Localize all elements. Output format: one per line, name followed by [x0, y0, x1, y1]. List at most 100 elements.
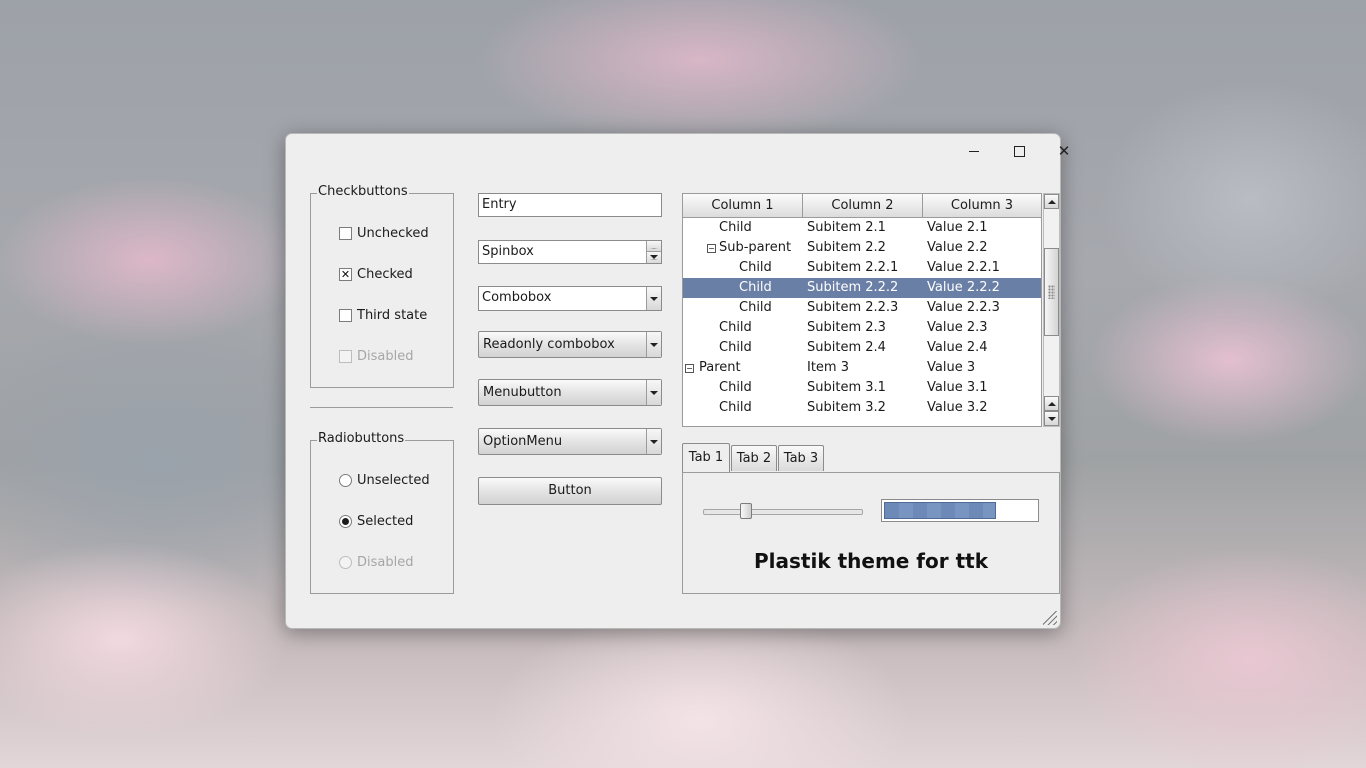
maximize-button[interactable] — [999, 138, 1039, 164]
radio-selected-icon — [339, 515, 352, 528]
tree-row[interactable]: Child Subitem 2.3 Value 2.3 — [683, 318, 1041, 338]
progressbar — [881, 499, 1039, 522]
tab-1[interactable]: Tab 1 — [682, 443, 730, 472]
arrow-up-icon — [1047, 199, 1056, 204]
spin-down-button[interactable] — [647, 252, 661, 263]
tree-cell-col2: Subitem 2.3 — [807, 320, 886, 335]
tree-cell-col3: Value 2.2 — [927, 240, 988, 255]
maximize-icon — [1013, 145, 1025, 157]
readonly-combobox[interactable]: Readonly combobox — [478, 331, 662, 358]
tree-row[interactable]: Child Subitem 2.2.1 Value 2.2.1 — [683, 258, 1041, 278]
menubutton-label: Menubutton — [483, 385, 562, 400]
tree-row[interactable]: − Sub-parent Subitem 2.2 Value 2.2 — [683, 238, 1041, 258]
checkbox-icon — [339, 309, 352, 322]
collapse-icon[interactable]: − — [685, 364, 694, 373]
treeview-body: Column 1 Column 2 Column 3 Child Subitem … — [682, 193, 1042, 427]
readonly-combobox-dropdown-button[interactable] — [646, 332, 661, 357]
scale-slider-thumb[interactable] — [739, 503, 752, 519]
column-header-2[interactable]: Column 2 — [803, 194, 923, 218]
tree-row[interactable]: Child Subitem 2.2.2 Value 2.2.2 — [683, 278, 1041, 298]
checkbox-icon — [339, 350, 352, 363]
column-header-1[interactable]: Column 1 — [683, 194, 803, 218]
tree-cell-col3: Value 3.1 — [927, 380, 988, 395]
tab-2[interactable]: Tab 2 — [731, 445, 777, 471]
tree-row[interactable]: Child Subitem 2.2.3 Value 2.2.3 — [683, 298, 1041, 318]
combobox-dropdown-button[interactable] — [646, 287, 661, 310]
tree-cell-col3: Value 2.2.1 — [927, 260, 1000, 275]
checkbutton-label: Third state — [357, 308, 428, 323]
entry-field[interactable]: Entry — [478, 193, 662, 217]
tree-cell-col2: Subitem 2.2.2 — [807, 280, 899, 295]
checkbox-icon — [339, 227, 352, 240]
tree-cell-col1: Child — [719, 400, 752, 415]
checkbutton-0[interactable]: Unchecked — [339, 226, 429, 241]
menubutton-arrow — [646, 380, 661, 405]
scroll-down-button[interactable] — [1044, 411, 1059, 426]
chevron-down-icon — [650, 296, 658, 301]
tree-row[interactable]: − Parent Item 3 Value 3 — [683, 358, 1041, 378]
arrow-up-icon — [650, 243, 658, 249]
chevron-down-icon — [650, 439, 658, 444]
arrow-up-icon — [1047, 401, 1056, 406]
scroll-up-button[interactable] — [1044, 194, 1059, 209]
app-window: ✕ Checkbuttons Unchecked ✕ Checked Third st… — [285, 133, 1070, 629]
checkbutton-2[interactable]: Third state — [339, 308, 427, 323]
tree-cell-col2: Subitem 2.2.3 — [807, 300, 899, 315]
arrow-down-icon — [1047, 416, 1056, 421]
chevron-down-icon — [650, 390, 658, 395]
tree-cell-col2: Subitem 3.2 — [807, 400, 886, 415]
tree-cell-col2: Subitem 2.2.1 — [807, 260, 899, 275]
scrollbar-thumb[interactable] — [1044, 248, 1059, 336]
checkbutton-1[interactable]: ✕ Checked — [339, 267, 413, 282]
treeview[interactable]: Column 1 Column 2 Column 3 Child Subitem … — [682, 193, 1060, 427]
checkbutton-3: Disabled — [339, 349, 413, 364]
optionmenu[interactable]: OptionMenu — [478, 428, 662, 455]
radio-icon — [339, 556, 352, 569]
combobox-value: Combobox — [482, 290, 552, 305]
radio-icon — [339, 474, 352, 487]
radiobutton-0[interactable]: Unselected — [339, 473, 430, 488]
minimize-icon — [969, 150, 979, 152]
checkbuttons-title: Checkbuttons — [317, 184, 409, 199]
tree-cell-col1: Child — [739, 300, 772, 315]
tree-cell-col3: Value 3 — [927, 360, 976, 375]
tree-row[interactable]: Child Subitem 3.1 Value 3.1 — [683, 378, 1041, 398]
checkbox-checked-icon: ✕ — [339, 268, 352, 281]
tree-cell-col3: Value 2.2.2 — [927, 280, 1000, 295]
tree-cell-col3: Value 3.2 — [927, 400, 988, 415]
tree-cell-col2: Subitem 3.1 — [807, 380, 886, 395]
menubutton[interactable]: Menubutton — [478, 379, 662, 406]
checkbutton-label: Checked — [357, 267, 413, 282]
resize-grip-icon[interactable] — [1043, 611, 1057, 625]
close-button[interactable]: ✕ — [1044, 138, 1084, 164]
tree-cell-col3: Value 2.1 — [927, 220, 988, 235]
column-header-3[interactable]: Column 3 — [923, 194, 1041, 218]
separator — [310, 407, 453, 408]
treeview-scrollbar[interactable] — [1043, 193, 1060, 427]
tree-row[interactable]: Child Subitem 2.1 Value 2.1 — [683, 218, 1041, 238]
minimize-button[interactable] — [954, 138, 994, 164]
tree-cell-col1: Sub-parent — [719, 240, 792, 255]
scale-track[interactable] — [703, 509, 863, 515]
radiobutton-1[interactable]: Selected — [339, 514, 413, 529]
tree-row[interactable]: Child Subitem 2.4 Value 2.4 — [683, 338, 1041, 358]
spinbox-buttons — [646, 241, 661, 263]
tab-3[interactable]: Tab 3 — [778, 445, 824, 471]
button[interactable]: Button — [478, 477, 662, 505]
radiobutton-label: Selected — [357, 514, 414, 529]
progressbar-fill — [884, 502, 997, 519]
tree-cell-col2: Subitem 2.4 — [807, 340, 886, 355]
tree-cell-col1: Child — [739, 260, 772, 275]
checkbutton-label: Unchecked — [357, 226, 429, 241]
tree-row[interactable]: Child Subitem 3.2 Value 3.2 — [683, 398, 1041, 418]
scroll-up-button-lower[interactable] — [1044, 396, 1059, 411]
collapse-icon[interactable]: − — [707, 244, 716, 253]
spinbox[interactable]: Spinbox — [478, 240, 662, 264]
tree-cell-col1: Child — [719, 380, 752, 395]
tree-cell-col2: Subitem 2.1 — [807, 220, 886, 235]
combobox[interactable]: Combobox — [478, 286, 662, 311]
entry-value: Entry — [482, 197, 517, 212]
radiobutton-2: Disabled — [339, 555, 413, 570]
spin-up-button[interactable] — [647, 241, 661, 252]
tree-cell-col1: Child — [739, 280, 772, 295]
